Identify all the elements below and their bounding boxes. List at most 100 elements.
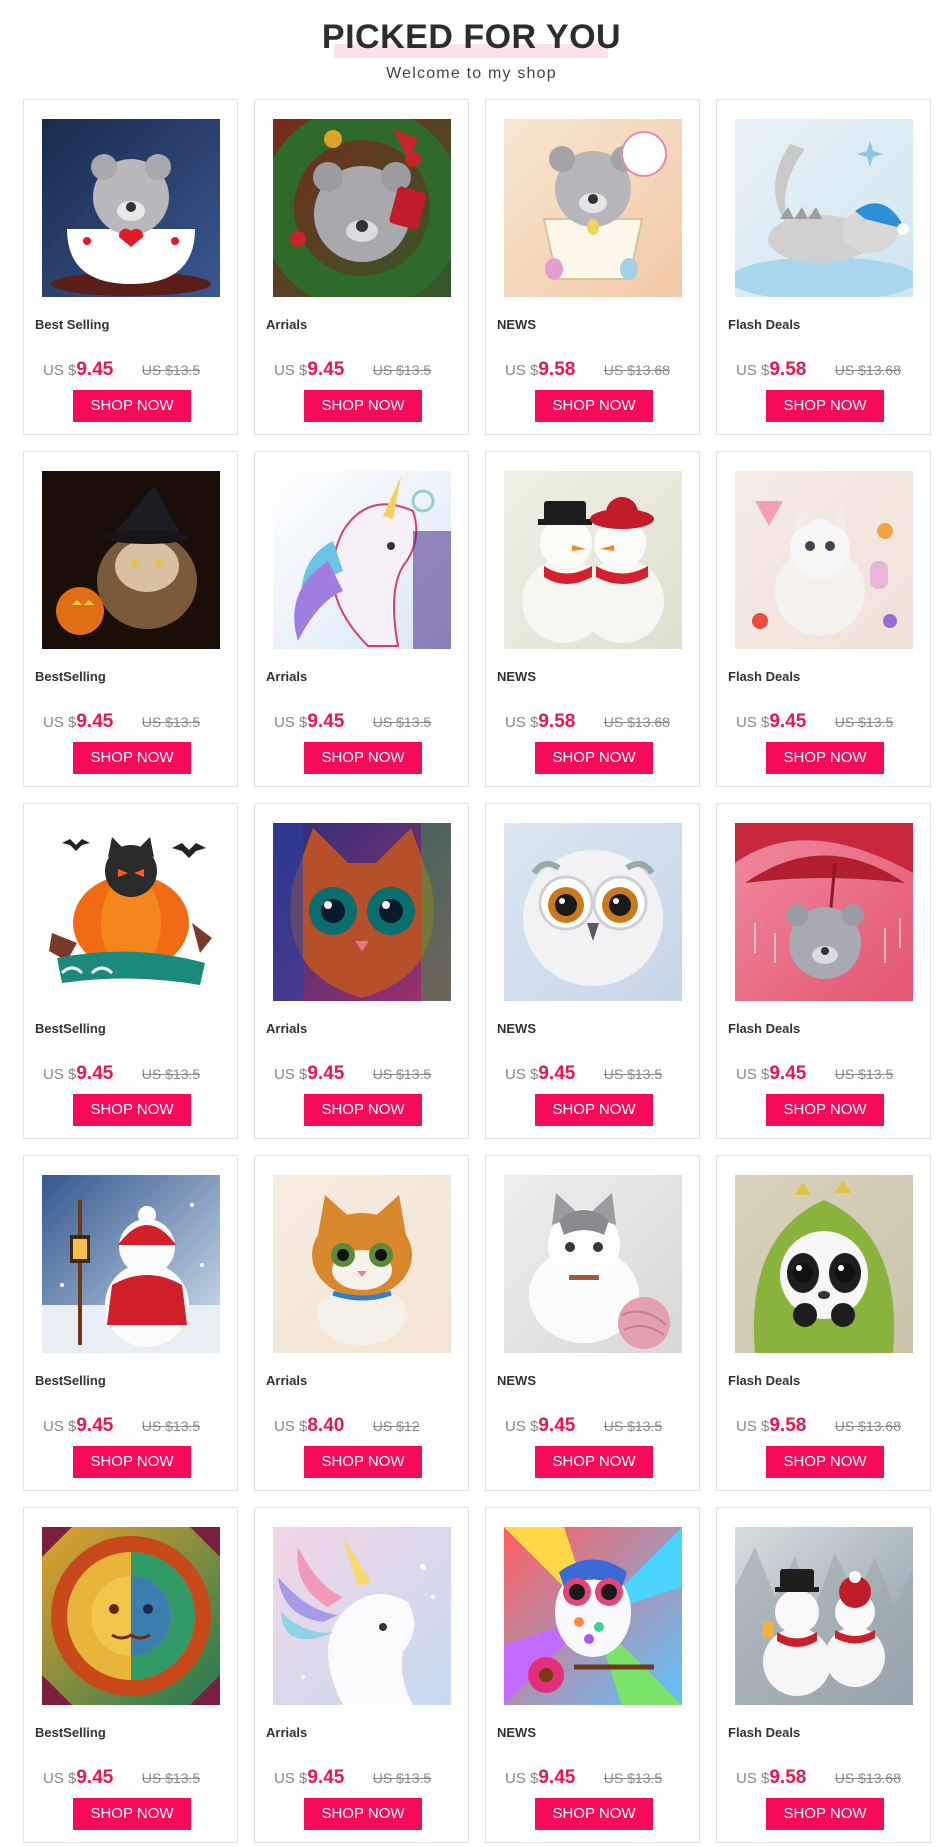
product-image[interactable] <box>42 1175 220 1353</box>
original-price: US $13.5 <box>141 1418 201 1434</box>
price-row: US $9.45 US $13.5 <box>43 1767 227 1789</box>
product-category-label: BestSelling <box>35 1725 106 1740</box>
product-image[interactable] <box>735 1527 913 1705</box>
product-image[interactable] <box>735 823 913 1001</box>
currency-prefix: US $ <box>736 714 770 731</box>
shop-now-button[interactable]: SHOP NOW <box>535 1798 653 1830</box>
product-card[interactable]: NEWS US $9.45 US $13.5 SHOP NOW <box>485 803 700 1139</box>
product-image[interactable] <box>504 1175 682 1353</box>
product-card[interactable]: Arrials US $9.45 US $13.5 SHOP NOW <box>254 1507 469 1843</box>
product-category-label: BestSelling <box>35 669 106 684</box>
shop-now-button[interactable]: SHOP NOW <box>304 1094 422 1126</box>
product-image[interactable] <box>273 471 451 649</box>
sale-price: 9.45 <box>538 1415 576 1436</box>
original-price: US $13.68 <box>834 362 901 378</box>
product-card[interactable]: Arrials US $9.45 US $13.5 SHOP NOW <box>254 803 469 1139</box>
product-category-label: BestSelling <box>35 1021 106 1036</box>
product-card[interactable]: Arrials US $8.40 US $12 SHOP NOW <box>254 1155 469 1491</box>
product-category-label: Arrials <box>266 317 308 332</box>
shop-now-button[interactable]: SHOP NOW <box>766 390 884 422</box>
original-price: US $13.5 <box>141 714 201 730</box>
sale-price: 9.45 <box>538 1063 576 1084</box>
product-image[interactable] <box>42 119 220 297</box>
product-card[interactable]: Flash Deals US $9.45 US $13.5 SHOP NOW <box>716 803 931 1139</box>
product-image[interactable] <box>273 1527 451 1705</box>
price-row: US $9.58 US $13.68 <box>736 359 920 381</box>
original-price: US $13.5 <box>603 1418 663 1434</box>
product-image[interactable] <box>273 119 451 297</box>
shop-now-button[interactable]: SHOP NOW <box>304 1446 422 1478</box>
product-image[interactable] <box>273 823 451 1001</box>
currency-prefix: US $ <box>736 1770 770 1787</box>
sale-price: 9.58 <box>769 1415 807 1436</box>
price-row: US $9.45 US $13.5 <box>43 359 227 381</box>
product-image[interactable] <box>735 119 913 297</box>
product-image[interactable] <box>504 1527 682 1705</box>
product-image[interactable] <box>42 471 220 649</box>
original-price: US $13.5 <box>141 362 201 378</box>
shop-now-button[interactable]: SHOP NOW <box>73 1094 191 1126</box>
product-card[interactable]: BestSelling US $9.45 US $13.5 SHOP NOW <box>23 1155 238 1491</box>
product-card[interactable]: NEWS US $9.45 US $13.5 SHOP NOW <box>485 1507 700 1843</box>
product-card[interactable]: NEWS US $9.58 US $13.68 SHOP NOW <box>485 451 700 787</box>
shop-now-button[interactable]: SHOP NOW <box>304 742 422 774</box>
original-price: US $13.5 <box>834 1066 894 1082</box>
original-price: US $13.5 <box>603 1066 663 1082</box>
shop-now-button[interactable]: SHOP NOW <box>535 1094 653 1126</box>
product-card[interactable]: BestSelling US $9.45 US $13.5 SHOP NOW <box>23 803 238 1139</box>
sale-price: 9.58 <box>769 1767 807 1788</box>
currency-prefix: US $ <box>274 1770 308 1787</box>
product-card[interactable]: Flash Deals US $9.58 US $13.68 SHOP NOW <box>716 99 931 435</box>
shop-now-button[interactable]: SHOP NOW <box>766 1798 884 1830</box>
sale-price: 9.45 <box>76 711 114 732</box>
shop-now-button[interactable]: SHOP NOW <box>535 390 653 422</box>
shop-now-button[interactable]: SHOP NOW <box>766 1094 884 1126</box>
original-price: US $12 <box>372 1418 420 1434</box>
original-price: US $13.5 <box>372 362 432 378</box>
shop-now-button[interactable]: SHOP NOW <box>304 1798 422 1830</box>
product-card[interactable]: Arrials US $9.45 US $13.5 SHOP NOW <box>254 99 469 435</box>
product-card[interactable]: BestSelling US $9.45 US $13.5 SHOP NOW <box>23 451 238 787</box>
product-image[interactable] <box>504 823 682 1001</box>
product-card[interactable]: Arrials US $9.45 US $13.5 SHOP NOW <box>254 451 469 787</box>
shop-now-button[interactable]: SHOP NOW <box>73 1446 191 1478</box>
price-row: US $9.58 US $13.68 <box>736 1415 920 1437</box>
product-card[interactable]: Flash Deals US $9.58 US $13.68 SHOP NOW <box>716 1507 931 1843</box>
sale-price: 9.45 <box>307 359 345 380</box>
currency-prefix: US $ <box>274 714 308 731</box>
product-card[interactable]: Best Selling US $9.45 US $13.5 SHOP NOW <box>23 99 238 435</box>
product-card[interactable]: NEWS US $9.45 US $13.5 SHOP NOW <box>485 1155 700 1491</box>
product-card[interactable]: Flash Deals US $9.45 US $13.5 SHOP NOW <box>716 451 931 787</box>
product-category-label: Arrials <box>266 1021 308 1036</box>
product-category-label: Flash Deals <box>728 1373 801 1388</box>
original-price: US $13.5 <box>603 1770 663 1786</box>
shop-now-button[interactable]: SHOP NOW <box>535 742 653 774</box>
price-row: US $9.58 US $13.68 <box>505 359 689 381</box>
original-price: US $13.5 <box>141 1770 201 1786</box>
product-card[interactable]: BestSelling US $9.45 US $13.5 SHOP NOW <box>23 1507 238 1843</box>
sale-price: 9.45 <box>769 1063 807 1084</box>
product-image[interactable] <box>273 1175 451 1353</box>
price-row: US $9.45 US $13.5 <box>505 1063 689 1085</box>
product-category-label: Flash Deals <box>728 1021 801 1036</box>
shop-now-button[interactable]: SHOP NOW <box>73 742 191 774</box>
original-price: US $13.68 <box>603 714 670 730</box>
shop-now-button[interactable]: SHOP NOW <box>535 1446 653 1478</box>
shop-now-button[interactable]: SHOP NOW <box>304 390 422 422</box>
product-image[interactable] <box>504 119 682 297</box>
price-row: US $9.45 US $13.5 <box>274 359 458 381</box>
product-card[interactable]: Flash Deals US $9.58 US $13.68 SHOP NOW <box>716 1155 931 1491</box>
currency-prefix: US $ <box>505 714 539 731</box>
shop-now-button[interactable]: SHOP NOW <box>766 1446 884 1478</box>
shop-now-button[interactable]: SHOP NOW <box>766 742 884 774</box>
product-image[interactable] <box>42 823 220 1001</box>
shop-now-button[interactable]: SHOP NOW <box>73 1798 191 1830</box>
product-image[interactable] <box>42 1527 220 1705</box>
product-card[interactable]: NEWS US $9.58 US $13.68 SHOP NOW <box>485 99 700 435</box>
product-image[interactable] <box>504 471 682 649</box>
product-image[interactable] <box>735 1175 913 1353</box>
shop-now-button[interactable]: SHOP NOW <box>73 390 191 422</box>
original-price: US $13.68 <box>834 1770 901 1786</box>
product-image[interactable] <box>735 471 913 649</box>
product-category-label: NEWS <box>497 1725 536 1740</box>
